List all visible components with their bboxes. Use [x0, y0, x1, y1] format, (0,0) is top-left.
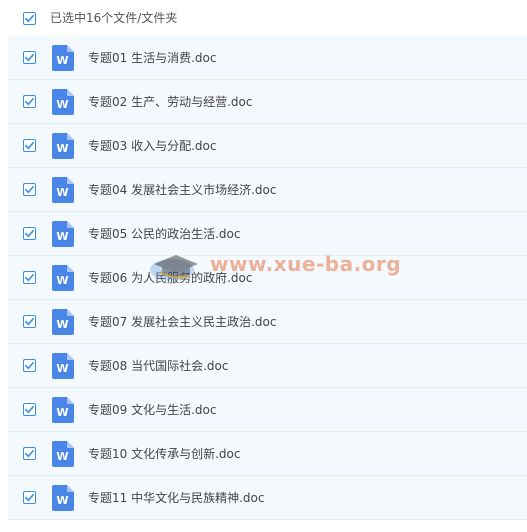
file-checkbox[interactable] — [23, 227, 36, 240]
word-letter: W — [56, 142, 68, 155]
checkmark-icon — [25, 229, 34, 238]
word-doc-icon: W — [52, 177, 74, 203]
checkmark-icon — [25, 449, 34, 458]
selection-header: 已选中16个文件/文件夹 — [0, 0, 527, 36]
file-selection-panel: 已选中16个文件/文件夹 W 专题01 生活与消费.doc W 专题02 生产、劳动与… — [0, 0, 527, 532]
file-checkbox[interactable] — [23, 271, 36, 284]
word-doc-icon: W — [52, 89, 74, 115]
word-doc-icon: W — [52, 265, 74, 291]
word-doc-icon: W — [52, 397, 74, 423]
select-all-checkbox[interactable] — [23, 12, 36, 25]
checkmark-icon — [25, 273, 34, 282]
word-doc-icon: W — [52, 353, 74, 379]
file-name-label[interactable]: 专题10 文化传承与创新.doc — [88, 446, 240, 462]
word-letter: W — [56, 362, 68, 375]
checkmark-icon — [25, 493, 34, 502]
selection-count-label: 已选中16个文件/文件夹 — [50, 11, 178, 25]
file-row[interactable]: W 专题05 公民的政治生活.doc — [8, 212, 527, 256]
file-name-label[interactable]: 专题03 收入与分配.doc — [88, 138, 216, 154]
checkmark-icon — [25, 14, 34, 23]
file-checkbox[interactable] — [23, 359, 36, 372]
file-checkbox[interactable] — [23, 315, 36, 328]
word-doc-icon: W — [52, 309, 74, 335]
file-row[interactable]: W 专题01 生活与消费.doc — [8, 36, 527, 80]
file-name-label[interactable]: 专题01 生活与消费.doc — [88, 50, 216, 66]
file-row[interactable]: W 专题08 当代国际社会.doc — [8, 344, 527, 388]
file-checkbox[interactable] — [23, 51, 36, 64]
file-name-label[interactable]: 专题07 发展社会主义民主政治.doc — [88, 314, 276, 330]
file-checkbox[interactable] — [23, 447, 36, 460]
checkmark-icon — [25, 405, 34, 414]
word-letter: W — [56, 98, 68, 111]
file-row[interactable]: W 专题03 收入与分配.doc — [8, 124, 527, 168]
file-checkbox[interactable] — [23, 95, 36, 108]
word-doc-icon: W — [52, 45, 74, 71]
file-checkbox[interactable] — [23, 139, 36, 152]
file-name-label[interactable]: 专题09 文化与生活.doc — [88, 402, 216, 418]
file-checkbox[interactable] — [23, 491, 36, 504]
file-row[interactable]: W 专题10 文化传承与创新.doc — [8, 432, 527, 476]
checkmark-icon — [25, 97, 34, 106]
word-doc-icon: W — [52, 133, 74, 159]
word-letter: W — [56, 274, 68, 287]
file-row[interactable]: W 专题06 为人民服务的政府.doc — [8, 256, 527, 300]
file-name-label[interactable]: 专题06 为人民服务的政府.doc — [88, 270, 252, 286]
file-name-label[interactable]: 专题08 当代国际社会.doc — [88, 358, 228, 374]
file-checkbox[interactable] — [23, 183, 36, 196]
file-row[interactable]: W 专题11 中华文化与民族精神.doc — [8, 476, 527, 520]
checkmark-icon — [25, 141, 34, 150]
word-letter: W — [56, 230, 68, 243]
word-doc-icon: W — [52, 441, 74, 467]
file-name-label[interactable]: 专题05 公民的政治生活.doc — [88, 226, 240, 242]
word-letter: W — [56, 318, 68, 331]
file-checkbox[interactable] — [23, 403, 36, 416]
file-name-label[interactable]: 专题04 发展社会主义市场经济.doc — [88, 182, 276, 198]
word-letter: W — [56, 186, 68, 199]
file-name-label[interactable]: 专题02 生产、劳动与经营.doc — [88, 94, 252, 110]
checkmark-icon — [25, 361, 34, 370]
word-doc-icon: W — [52, 485, 74, 511]
file-row[interactable]: W 专题02 生产、劳动与经营.doc — [8, 80, 527, 124]
word-letter: W — [56, 494, 68, 507]
word-letter: W — [56, 450, 68, 463]
checkmark-icon — [25, 317, 34, 326]
word-letter: W — [56, 406, 68, 419]
file-name-label[interactable]: 专题11 中华文化与民族精神.doc — [88, 490, 264, 506]
checkmark-icon — [25, 185, 34, 194]
checkmark-icon — [25, 53, 34, 62]
file-row[interactable]: W 专题07 发展社会主义民主政治.doc — [8, 300, 527, 344]
file-row[interactable]: W 专题09 文化与生活.doc — [8, 388, 527, 432]
file-list: W 专题01 生活与消费.doc W 专题02 生产、劳动与经营.doc W 专题03 收… — [8, 36, 527, 520]
file-row[interactable]: W 专题04 发展社会主义市场经济.doc — [8, 168, 527, 212]
word-letter: W — [56, 54, 68, 67]
word-doc-icon: W — [52, 221, 74, 247]
